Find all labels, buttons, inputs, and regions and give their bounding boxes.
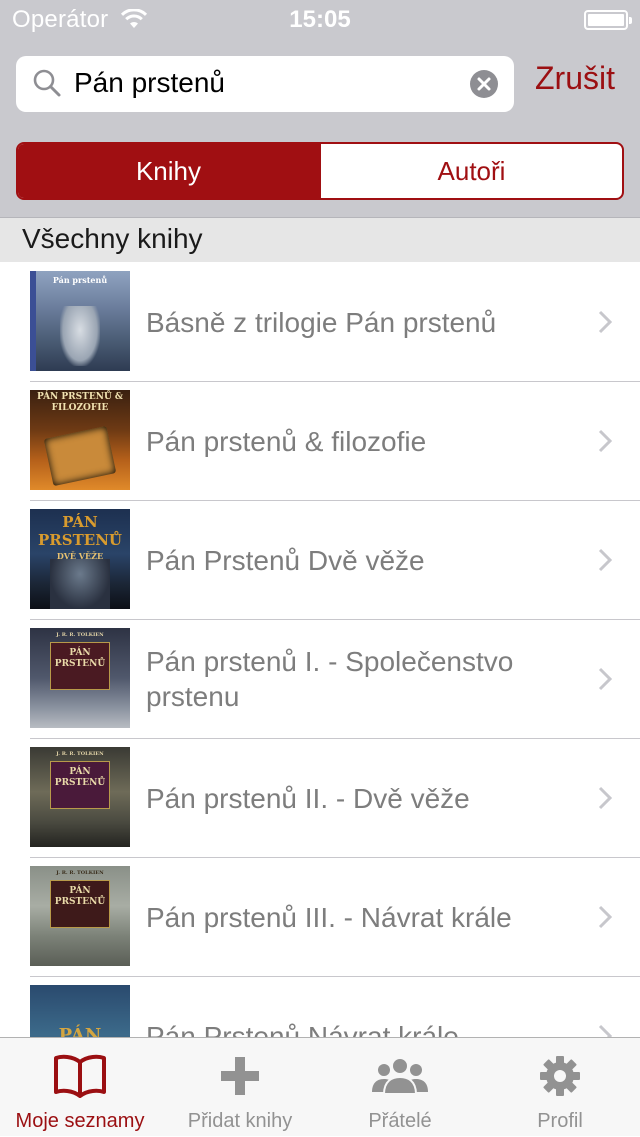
section-header: Všechny knihy [0, 218, 640, 262]
book-title: Pán Prstenů Návrat krále [146, 1020, 459, 1038]
list-item[interactable]: PÁN PRSTENŮ DVĚ VĚŽE Pán Prstenů Dvě věž… [0, 500, 640, 620]
cover-subtitle: DVĚ VĚŽE [56, 551, 104, 561]
book-cover: PÁN PRSTENŮ DVĚ VĚŽE [30, 509, 130, 609]
tab-label: Přátelé [368, 1110, 432, 1132]
book-cover: J. R. R. TOLKIEN PÁN PRSTENŮ [30, 747, 130, 847]
book-title: Básně z trilogie Pán prstenů [146, 306, 497, 338]
cover-title: PÁN PRSTENŮ [54, 648, 106, 669]
gear-icon [540, 1056, 580, 1096]
tab-label: Moje seznamy [15, 1110, 145, 1132]
plus-icon [221, 1057, 259, 1095]
tab-my-lists[interactable]: Moje seznamy [0, 1038, 160, 1137]
tab-friends[interactable]: Přátelé [320, 1038, 480, 1137]
cover-title: PÁN [58, 1025, 102, 1037]
book-cover: PÁN [30, 985, 130, 1037]
search-icon [33, 69, 61, 97]
book-list: Pán prstenů Básně z trilogie Pán prstenů… [0, 262, 640, 1037]
clock: 15:05 [289, 6, 351, 33]
cover-title: PÁN PRSTENŮ [54, 767, 106, 788]
cover-title: PÁN PRSTENŮ [38, 513, 122, 549]
book-cover: Pán prstenů [30, 271, 130, 371]
tab-bar: Moje seznamy Přidat knihy Přátelé Profil [0, 1037, 640, 1136]
book-icon [54, 1054, 106, 1098]
cancel-button[interactable]: Zrušit [535, 60, 615, 97]
book-title: Pán prstenů I. - Společenstvo prstenu [146, 646, 514, 712]
scope-segmented-control: Knihy Autoři [16, 142, 624, 200]
book-title: Pán Prstenů Dvě věže [146, 544, 425, 576]
chevron-right-icon [598, 1024, 612, 1037]
book-title: Pán prstenů & filozofie [146, 425, 427, 457]
tab-profile[interactable]: Profil [480, 1038, 640, 1137]
chevron-right-icon [598, 667, 612, 691]
list-item[interactable]: J. R. R. TOLKIEN PÁN PRSTENŮ Pán prstenů… [0, 857, 640, 977]
search-field[interactable]: Pán prstenů [16, 56, 514, 112]
segment-authors[interactable]: Autoři [319, 144, 622, 198]
list-item[interactable]: Pán prstenů Básně z trilogie Pán prstenů [0, 262, 640, 382]
cover-author: J. R. R. TOLKIEN [56, 870, 104, 876]
book-title: Pán prstenů III. - Návrat krále [146, 901, 512, 933]
status-bar: Operátor 15:05 [0, 0, 640, 40]
segment-books[interactable]: Knihy [18, 144, 319, 198]
book-cover: J. R. R. TOLKIEN PÁN PRSTENŮ [30, 628, 130, 728]
chevron-right-icon [598, 905, 612, 929]
people-icon [372, 1057, 428, 1095]
book-cover: PÁN PRSTENŮ & FILOZOFIE [30, 390, 130, 490]
chevron-right-icon [598, 786, 612, 810]
book-title: Pán prstenů II. - Dvě věže [146, 782, 470, 814]
chevron-right-icon [598, 548, 612, 572]
cover-title: PÁN PRSTENŮ [54, 886, 106, 907]
cover-title: Pán prstenů [52, 275, 108, 285]
tab-label: Profil [537, 1110, 583, 1132]
search-input[interactable]: Pán prstenů [74, 67, 225, 99]
search-header: Operátor 15:05 Pán prstenů Zrušit Knihy … [0, 0, 640, 218]
cover-title: PÁN PRSTENŮ & FILOZOFIE [36, 392, 124, 413]
list-item[interactable]: PÁN Pán Prstenů Návrat krále [0, 976, 640, 1037]
section-title: Všechny knihy [22, 223, 203, 254]
cover-author: J. R. R. TOLKIEN [56, 751, 104, 757]
list-item[interactable]: J. R. R. TOLKIEN PÁN PRSTENŮ Pán prstenů… [0, 619, 640, 739]
chevron-right-icon [598, 429, 612, 453]
cover-author: J. R. R. TOLKIEN [56, 632, 104, 638]
battery-icon [584, 10, 632, 30]
list-item[interactable]: PÁN PRSTENŮ & FILOZOFIE Pán prstenů & fi… [0, 381, 640, 501]
book-cover: J. R. R. TOLKIEN PÁN PRSTENŮ [30, 866, 130, 966]
tab-label: Přidat knihy [187, 1110, 293, 1132]
list-item[interactable]: J. R. R. TOLKIEN PÁN PRSTENŮ Pán prstenů… [0, 738, 640, 858]
tab-add-books[interactable]: Přidat knihy [160, 1038, 320, 1137]
chevron-right-icon [598, 310, 612, 334]
clear-icon[interactable] [470, 70, 498, 98]
